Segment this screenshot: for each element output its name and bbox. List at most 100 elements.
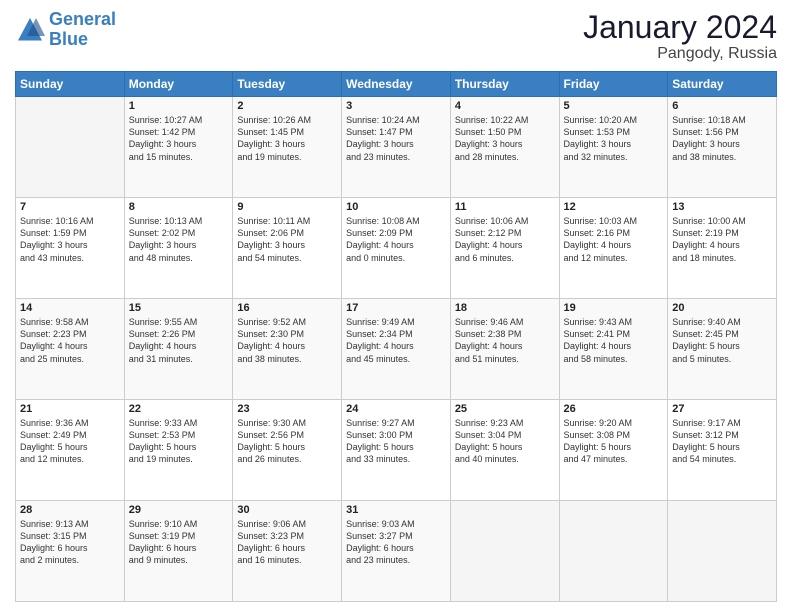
day-number: 1 [129,100,229,112]
day-info: Sunrise: 9:58 AM Sunset: 2:23 PM Dayligh… [20,316,120,365]
day-info: Sunrise: 10:16 AM Sunset: 1:59 PM Daylig… [20,215,120,264]
calendar-cell: 27 Sunrise: 9:17 AM Sunset: 3:12 PM Dayli… [668,400,777,501]
calendar-cell: 2Sunrise: 10:26 AM Sunset: 1:45 PM Dayli… [233,97,342,198]
calendar-cell: 22 Sunrise: 9:33 AM Sunset: 2:53 PM Dayli… [124,400,233,501]
day-number: 19 [564,302,664,314]
calendar-cell: 23Sunrise: 9:30 AM Sunset: 2:56 PM Dayli… [233,400,342,501]
calendar-cell: 10 Sunrise: 10:08 AM Sunset: 2:09 PM Dayl… [342,198,451,299]
day-number: 22 [129,403,229,415]
day-number: 2 [237,100,337,112]
day-info: Sunrise: 10:18 AM Sunset: 1:56 PM Daylig… [672,114,772,163]
calendar-cell: 24 Sunrise: 9:27 AM Sunset: 3:00 PM Dayli… [342,400,451,501]
calendar-cell: 8 Sunrise: 10:13 AM Sunset: 2:02 PM Dayli… [124,198,233,299]
weekday-header: Sunday [16,72,125,97]
day-info: Sunrise: 9:23 AM Sunset: 3:04 PM Dayligh… [455,417,555,466]
day-number: 5 [564,100,664,112]
calendar-cell: 12 Sunrise: 10:03 AM Sunset: 2:16 PM Dayl… [559,198,668,299]
day-number: 8 [129,201,229,213]
day-info: Sunrise: 9:46 AM Sunset: 2:38 PM Dayligh… [455,316,555,365]
day-info: Sunrise: 10:27 AM Sunset: 1:42 PM Daylig… [129,114,229,163]
table-row: 21Sunrise: 9:36 AM Sunset: 2:49 PM Dayli… [16,400,777,501]
day-info: Sunrise: 9:27 AM Sunset: 3:00 PM Dayligh… [346,417,446,466]
calendar-cell: 30 Sunrise: 9:06 AM Sunset: 3:23 PM Dayli… [233,501,342,602]
calendar-cell: 17 Sunrise: 9:49 AM Sunset: 2:34 PM Dayli… [342,299,451,400]
day-info: Sunrise: 9:10 AM Sunset: 3:19 PM Dayligh… [129,518,229,567]
day-number: 18 [455,302,555,314]
day-info: Sunrise: 10:13 AM Sunset: 2:02 PM Daylig… [129,215,229,264]
calendar-cell: 9 Sunrise: 10:11 AM Sunset: 2:06 PM Dayli… [233,198,342,299]
day-info: Sunrise: 9:06 AM Sunset: 3:23 PM Dayligh… [237,518,337,567]
day-number: 10 [346,201,446,213]
day-number: 3 [346,100,446,112]
calendar-cell: 15 Sunrise: 9:55 AM Sunset: 2:26 PM Dayli… [124,299,233,400]
weekday-header: Wednesday [342,72,451,97]
day-number: 21 [20,403,120,415]
day-number: 29 [129,504,229,516]
day-number: 28 [20,504,120,516]
day-info: Sunrise: 9:55 AM Sunset: 2:26 PM Dayligh… [129,316,229,365]
calendar-cell: 3 Sunrise: 10:24 AM Sunset: 1:47 PM Dayli… [342,97,451,198]
day-number: 16 [237,302,337,314]
day-info: Sunrise: 9:52 AM Sunset: 2:30 PM Dayligh… [237,316,337,365]
day-number: 26 [564,403,664,415]
calendar-cell: 16 Sunrise: 9:52 AM Sunset: 2:30 PM Dayli… [233,299,342,400]
day-number: 25 [455,403,555,415]
day-info: Sunrise: 10:22 AM Sunset: 1:50 PM Daylig… [455,114,555,163]
day-number: 31 [346,504,446,516]
day-info: Sunrise: 9:49 AM Sunset: 2:34 PM Dayligh… [346,316,446,365]
day-info: Sunrise: 9:20 AM Sunset: 3:08 PM Dayligh… [564,417,664,466]
day-number: 27 [672,403,772,415]
day-info: Sunrise: 10:08 AM Sunset: 2:09 PM Daylig… [346,215,446,264]
day-number: 9 [237,201,337,213]
logo-text: General Blue [49,10,116,50]
calendar-cell: 28 Sunrise: 9:13 AM Sunset: 3:15 PM Dayli… [16,501,125,602]
day-number: 30 [237,504,337,516]
weekday-header: Monday [124,72,233,97]
calendar-cell: 14Sunrise: 9:58 AM Sunset: 2:23 PM Dayli… [16,299,125,400]
calendar-cell: 29 Sunrise: 9:10 AM Sunset: 3:19 PM Dayli… [124,501,233,602]
table-row: 28 Sunrise: 9:13 AM Sunset: 3:15 PM Dayli… [16,501,777,602]
day-number: 17 [346,302,446,314]
calendar-table: SundayMondayTuesdayWednesdayThursdayFrid… [15,71,777,602]
weekday-header: Thursday [450,72,559,97]
calendar-cell [450,501,559,602]
day-info: Sunrise: 9:13 AM Sunset: 3:15 PM Dayligh… [20,518,120,567]
calendar-cell: 19 Sunrise: 9:43 AM Sunset: 2:41 PM Dayli… [559,299,668,400]
table-row: 1 Sunrise: 10:27 AM Sunset: 1:42 PM Dayli… [16,97,777,198]
table-row: 14Sunrise: 9:58 AM Sunset: 2:23 PM Dayli… [16,299,777,400]
logo: General Blue [15,10,116,50]
calendar-cell: 31Sunrise: 9:03 AM Sunset: 3:27 PM Dayli… [342,501,451,602]
day-number: 15 [129,302,229,314]
calendar-cell: 13Sunrise: 10:00 AM Sunset: 2:19 PM Dayl… [668,198,777,299]
title-block: January 2024 Pangody, Russia [583,10,777,63]
day-info: Sunrise: 10:11 AM Sunset: 2:06 PM Daylig… [237,215,337,264]
day-number: 4 [455,100,555,112]
day-info: Sunrise: 10:03 AM Sunset: 2:16 PM Daylig… [564,215,664,264]
day-info: Sunrise: 9:30 AM Sunset: 2:56 PM Dayligh… [237,417,337,466]
day-number: 13 [672,201,772,213]
calendar-cell [668,501,777,602]
calendar-cell [16,97,125,198]
day-info: Sunrise: 9:40 AM Sunset: 2:45 PM Dayligh… [672,316,772,365]
day-info: Sunrise: 9:43 AM Sunset: 2:41 PM Dayligh… [564,316,664,365]
calendar-cell [559,501,668,602]
calendar-cell: 20Sunrise: 9:40 AM Sunset: 2:45 PM Dayli… [668,299,777,400]
day-info: Sunrise: 10:24 AM Sunset: 1:47 PM Daylig… [346,114,446,163]
calendar-cell: 11Sunrise: 10:06 AM Sunset: 2:12 PM Dayl… [450,198,559,299]
table-row: 7 Sunrise: 10:16 AM Sunset: 1:59 PM Dayli… [16,198,777,299]
day-number: 12 [564,201,664,213]
weekday-header: Tuesday [233,72,342,97]
calendar-cell: 5 Sunrise: 10:20 AM Sunset: 1:53 PM Dayli… [559,97,668,198]
day-info: Sunrise: 9:17 AM Sunset: 3:12 PM Dayligh… [672,417,772,466]
logo-icon [15,15,45,45]
calendar-cell: 4 Sunrise: 10:22 AM Sunset: 1:50 PM Dayli… [450,97,559,198]
weekday-header: Friday [559,72,668,97]
day-info: Sunrise: 10:20 AM Sunset: 1:53 PM Daylig… [564,114,664,163]
day-number: 7 [20,201,120,213]
calendar-cell: 18 Sunrise: 9:46 AM Sunset: 2:38 PM Dayli… [450,299,559,400]
day-number: 24 [346,403,446,415]
calendar-cell: 25 Sunrise: 9:23 AM Sunset: 3:04 PM Dayli… [450,400,559,501]
day-number: 6 [672,100,772,112]
day-info: Sunrise: 9:33 AM Sunset: 2:53 PM Dayligh… [129,417,229,466]
calendar-cell: 6 Sunrise: 10:18 AM Sunset: 1:56 PM Dayli… [668,97,777,198]
